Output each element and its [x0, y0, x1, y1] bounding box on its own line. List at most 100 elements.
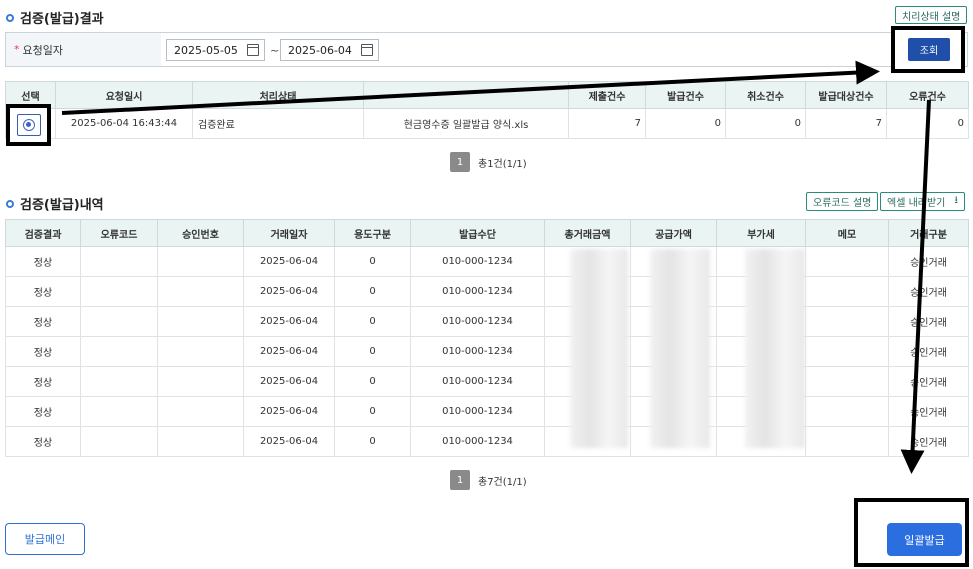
- col-header: 오류건수: [886, 81, 969, 109]
- col-header: 처리상태: [192, 81, 364, 109]
- batch-issue-button[interactable]: 일괄발급: [887, 523, 962, 556]
- means-cell: 010-000-1234: [410, 246, 545, 277]
- deal-type-cell: 승인거래: [888, 336, 969, 367]
- col-header: 취소건수: [725, 81, 806, 109]
- usage-cell: 0: [334, 366, 411, 397]
- col-header: 메모: [805, 219, 889, 247]
- excel-download-button[interactable]: 엑셀 내려받기 ⭳: [880, 192, 965, 211]
- result-section-title-text: 검증(발급)결과: [20, 12, 104, 27]
- search-button-highlight: 조회: [891, 26, 965, 73]
- detail-section-title-text: 검증(발급)내역: [20, 198, 104, 213]
- row-select-radio[interactable]: [17, 114, 41, 136]
- deal-type-cell: 승인거래: [888, 276, 969, 307]
- batch-issue-highlight: 일괄발급: [854, 498, 969, 567]
- col-header: 요청일시: [55, 81, 193, 109]
- col-header: 오류코드: [80, 219, 158, 247]
- col-header: 거래일자: [243, 219, 335, 247]
- issued-count-cell: 0: [645, 108, 726, 139]
- date-cell: 2025-06-04: [243, 306, 335, 337]
- col-header: 총거래금액: [544, 219, 631, 247]
- deal-type-cell: 승인거래: [888, 366, 969, 397]
- radio-selected-icon: [23, 119, 35, 131]
- date-cell: 2025-06-04: [243, 366, 335, 397]
- end-date-value: 2025-06-04: [288, 43, 352, 57]
- redacted-amount: [570, 249, 628, 448]
- col-header: 승인번호: [157, 219, 244, 247]
- status-help-button[interactable]: 치리상태 설명: [895, 6, 968, 24]
- submitted-count-cell: 7: [568, 108, 646, 139]
- result-cell: 정상: [5, 396, 81, 427]
- usage-cell: 0: [334, 306, 411, 337]
- error-code-help-button[interactable]: 오류코드 설명: [806, 192, 879, 211]
- search-panel: * 요청일자 2025-05-05 ~ 2025-06-04: [5, 32, 968, 67]
- result-cell: 정상: [5, 336, 81, 367]
- approval-no-cell: [157, 426, 244, 457]
- detail-total-text: 총7건(1/1): [478, 476, 527, 488]
- approval-no-cell: [157, 396, 244, 427]
- date-cell: 2025-06-04: [243, 426, 335, 457]
- request-date-label-text: 요청일자: [22, 43, 63, 57]
- col-header: 공급가액: [630, 219, 717, 247]
- error-code-cell: [80, 306, 158, 337]
- col-header: 발급대상건수: [805, 81, 887, 109]
- canceled-count-cell: 0: [725, 108, 806, 139]
- col-header: 발급건수: [645, 81, 726, 109]
- deal-type-cell: 승인거래: [888, 246, 969, 277]
- result-pager: 1 총1건(1/1): [450, 152, 527, 172]
- col-header: 제출건수: [568, 81, 646, 109]
- memo-cell: [805, 276, 889, 307]
- col-header: [363, 81, 569, 109]
- circle-bullet-icon: [6, 199, 14, 208]
- table-row: 정상 2025-06-04 0 010-000-1234 승인거래: [5, 366, 969, 397]
- approval-no-cell: [157, 246, 244, 277]
- circle-bullet-icon: [6, 13, 14, 22]
- detail-table-header: 검증결과 오류코드 승인번호 거래일자 용도구분 발급수단 총거래금액 공급가액…: [5, 219, 969, 247]
- memo-cell: [805, 246, 889, 277]
- radio-highlight: [6, 104, 51, 146]
- col-header: 거래구분: [888, 219, 969, 247]
- error-count-cell: 0: [886, 108, 969, 139]
- date-cell: 2025-06-04: [243, 336, 335, 367]
- deal-type-cell: 승인거래: [888, 426, 969, 457]
- col-header: 용도구분: [334, 219, 411, 247]
- required-mark: *: [14, 43, 20, 56]
- usage-cell: 0: [334, 246, 411, 277]
- error-code-cell: [80, 396, 158, 427]
- means-cell: 010-000-1234: [410, 276, 545, 307]
- usage-cell: 0: [334, 276, 411, 307]
- calendar-icon[interactable]: [361, 44, 373, 56]
- start-date-value: 2025-05-05: [174, 43, 238, 57]
- table-row: 정상 2025-06-04 0 010-000-1234 승인거래: [5, 396, 969, 427]
- requested-at-cell: 2025-06-04 16:43:44: [55, 108, 193, 139]
- memo-cell: [805, 426, 889, 457]
- table-row: 정상 2025-06-04 0 010-000-1234 승인거래: [5, 426, 969, 457]
- result-section-title: 검증(발급)결과: [6, 8, 104, 27]
- date-cell: 2025-06-04: [243, 396, 335, 427]
- result-cell: 정상: [5, 246, 81, 277]
- approval-no-cell: [157, 366, 244, 397]
- error-code-cell: [80, 336, 158, 367]
- result-cell: 정상: [5, 306, 81, 337]
- usage-cell: 0: [334, 336, 411, 367]
- search-button[interactable]: 조회: [908, 38, 950, 61]
- calendar-icon[interactable]: [247, 44, 259, 56]
- table-row: 정상 2025-06-04 0 010-000-1234 승인거래: [5, 276, 969, 307]
- means-cell: 010-000-1234: [410, 306, 545, 337]
- means-cell: 010-000-1234: [410, 366, 545, 397]
- page-number-button[interactable]: 1: [450, 152, 470, 172]
- date-separator: ~: [270, 44, 280, 57]
- deal-type-cell: 승인거래: [888, 396, 969, 427]
- redacted-vat: [745, 249, 805, 448]
- download-icon: ⭳: [954, 195, 959, 206]
- result-cell: 정상: [5, 426, 81, 457]
- table-row[interactable]: 2025-06-04 16:43:44 검증완료 현금영수증 일괄발급 양식.x…: [5, 108, 969, 139]
- approval-no-cell: [157, 276, 244, 307]
- page-number-button[interactable]: 1: [450, 470, 470, 490]
- usage-cell: 0: [334, 396, 411, 427]
- table-row: 정상 2025-06-04 0 010-000-1234 승인거래: [5, 246, 969, 277]
- error-code-cell: [80, 366, 158, 397]
- end-date-input[interactable]: 2025-06-04: [280, 39, 379, 61]
- issue-main-button[interactable]: 발급메인: [5, 523, 85, 555]
- date-cell: 2025-06-04: [243, 246, 335, 277]
- start-date-input[interactable]: 2025-05-05: [166, 39, 265, 61]
